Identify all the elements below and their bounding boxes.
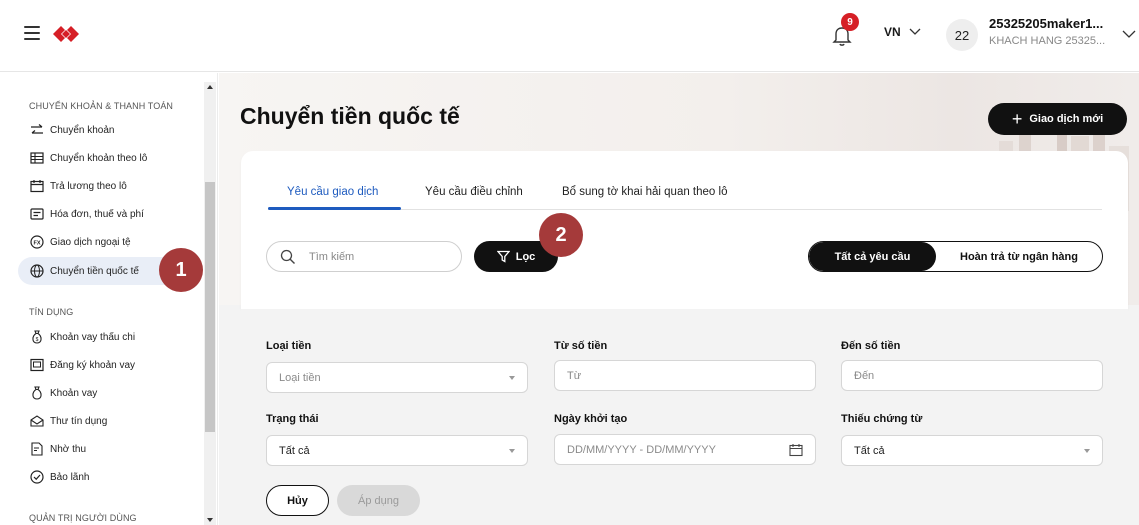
register-icon	[30, 358, 44, 372]
sidebar-item-transfer[interactable]: Chuyển khoản	[18, 116, 196, 144]
envelope-icon	[30, 415, 44, 427]
segment-bank-refund[interactable]: Hoàn trả từ ngân hàng	[936, 242, 1102, 271]
sidebar-item-bills[interactable]: Hóa đơn, thuế và phí	[18, 200, 196, 228]
sidebar-item-guarantee[interactable]: Bảo lãnh	[18, 463, 196, 491]
missing-docs-value: Tất cả	[854, 444, 885, 457]
fx-icon: FX	[30, 235, 44, 249]
created-date-placeholder: DD/MM/YYYY - DD/MM/YYYY	[567, 443, 716, 456]
svg-text:FX: FX	[33, 240, 40, 246]
chevron-down-icon	[909, 28, 921, 35]
scroll-down-icon[interactable]	[207, 518, 213, 522]
sidebar-item-label: Chuyển khoản	[50, 124, 115, 136]
sidebar-item-label: Chuyển khoản theo lô	[50, 152, 148, 164]
to-amount-label: Đến số tiền	[841, 340, 901, 352]
content-card	[241, 151, 1128, 309]
search-input[interactable]: Tìm kiếm	[266, 241, 462, 272]
sidebar-section-user-admin: QUẢN TRỊ NGƯỜI DÙNG	[29, 513, 137, 523]
tab-adjustment-requests[interactable]: Yêu cầu điều chỉnh	[425, 186, 523, 198]
status-select[interactable]: Tất cả	[266, 435, 528, 466]
tab-customs-declaration[interactable]: Bổ sung tờ khai hải quan theo lô	[562, 186, 727, 198]
status-label: Trạng thái	[266, 413, 319, 425]
filter-icon	[496, 250, 510, 263]
request-type-toggle: Tất cả yêu cầu Hoàn trả từ ngân hàng	[808, 241, 1103, 272]
scrollbar-thumb[interactable]	[205, 182, 215, 432]
from-amount-input[interactable]: Từ	[554, 360, 816, 391]
apply-button[interactable]: Áp dụng	[337, 485, 420, 516]
from-amount-placeholder: Từ	[567, 369, 582, 382]
sidebar-scrollbar[interactable]	[204, 82, 216, 525]
bank-logo[interactable]	[53, 22, 79, 46]
globe-icon	[30, 264, 44, 278]
sidebar-item-loan-register[interactable]: Đăng ký khoản vay	[18, 351, 196, 379]
to-amount-input[interactable]: Đến	[841, 360, 1103, 391]
bill-icon	[30, 208, 44, 220]
callout-marker-2: 2	[539, 213, 583, 257]
currency-placeholder: Loại tiền	[279, 371, 321, 384]
sidebar: CHUYỂN KHOẢN & THANH TOÁN Chuyển khoản C…	[0, 73, 218, 525]
sidebar-item-label: Chuyển tiền quốc tế	[50, 265, 139, 277]
filter-label: Lọc	[515, 250, 536, 263]
segment-all-requests[interactable]: Tất cả yêu cầu	[809, 242, 936, 271]
created-date-picker[interactable]: DD/MM/YYYY - DD/MM/YYYY	[554, 434, 816, 465]
caret-down-icon	[509, 375, 515, 380]
sidebar-item-loan[interactable]: Khoản vay	[18, 379, 196, 407]
cancel-button[interactable]: Hủy	[266, 485, 329, 516]
sidebar-item-label: Hóa đơn, thuế và phí	[50, 208, 144, 220]
sidebar-item-label: Bảo lãnh	[50, 471, 90, 483]
sidebar-item-batch-transfer[interactable]: Chuyển khoản theo lô	[18, 144, 196, 172]
user-company: KHACH HANG 25325...	[989, 35, 1106, 47]
sidebar-section-credit: TÍN DỤNG	[29, 307, 74, 317]
scroll-up-icon[interactable]	[207, 85, 213, 89]
loan-icon	[32, 386, 42, 400]
created-date-label: Ngày khởi tạo	[554, 413, 628, 425]
sidebar-item-label: Khoản vay thấu chi	[50, 331, 136, 343]
calendar-icon	[30, 180, 44, 193]
new-transaction-button[interactable]: + Giao dịch mới	[988, 103, 1127, 135]
sidebar-item-letter-of-credit[interactable]: Thư tín dụng	[18, 407, 196, 435]
search-icon	[280, 249, 295, 264]
transfer-icon	[31, 124, 43, 134]
document-icon	[31, 442, 43, 456]
callout-marker-1: 1	[159, 248, 203, 292]
calendar-icon[interactable]	[789, 443, 803, 457]
language-label: VN	[884, 25, 901, 39]
notification-badge: 9	[841, 13, 859, 31]
caret-down-icon	[509, 448, 515, 453]
new-transaction-label: Giao dịch mới	[1029, 113, 1104, 125]
missing-docs-select[interactable]: Tất cả	[841, 435, 1103, 466]
svg-text:$: $	[36, 337, 39, 343]
sidebar-item-label: Trả lương theo lô	[50, 180, 127, 192]
sidebar-item-label: Đăng ký khoản vay	[50, 359, 136, 371]
money-bag-icon: $	[32, 330, 42, 344]
currency-label: Loại tiền	[266, 340, 312, 352]
top-header: 9 VN 22 25325205maker1... KHACH HANG 253…	[0, 0, 1139, 72]
sidebar-item-payroll[interactable]: Trả lương theo lô	[18, 172, 196, 200]
sidebar-section-payments: CHUYỂN KHOẢN & THANH TOÁN	[29, 101, 174, 111]
status-value: Tất cả	[279, 444, 310, 457]
avatar[interactable]: 22	[946, 19, 978, 51]
menu-icon[interactable]	[24, 26, 40, 40]
sidebar-item-overdraft[interactable]: $ Khoản vay thấu chi	[18, 323, 196, 351]
currency-select[interactable]: Loại tiền	[266, 362, 528, 393]
search-placeholder: Tìm kiếm	[309, 250, 355, 263]
active-tab-indicator	[268, 207, 401, 210]
missing-docs-label: Thiếu chứng từ	[841, 413, 923, 425]
language-selector[interactable]: VN	[884, 25, 921, 39]
caret-down-icon	[1084, 448, 1090, 453]
user-name[interactable]: 25325205maker1...	[989, 16, 1103, 31]
plus-icon: +	[1011, 109, 1023, 129]
chevron-down-icon[interactable]	[1122, 30, 1136, 39]
check-circle-icon	[30, 470, 44, 484]
sidebar-item-label: Thư tín dụng	[50, 415, 108, 427]
sidebar-item-label: Nhờ thu	[50, 443, 87, 455]
tab-transaction-requests[interactable]: Yêu cầu giao dịch	[287, 186, 378, 198]
table-icon	[30, 152, 44, 164]
to-amount-placeholder: Đến	[854, 369, 875, 382]
page-title: Chuyển tiền quốc tế	[240, 103, 460, 129]
from-amount-label: Từ số tiền	[554, 340, 608, 352]
sidebar-item-label: Giao dịch ngoại tệ	[50, 236, 131, 248]
sidebar-item-collection[interactable]: Nhờ thu	[18, 435, 196, 463]
sidebar-item-label: Khoản vay	[50, 387, 98, 399]
